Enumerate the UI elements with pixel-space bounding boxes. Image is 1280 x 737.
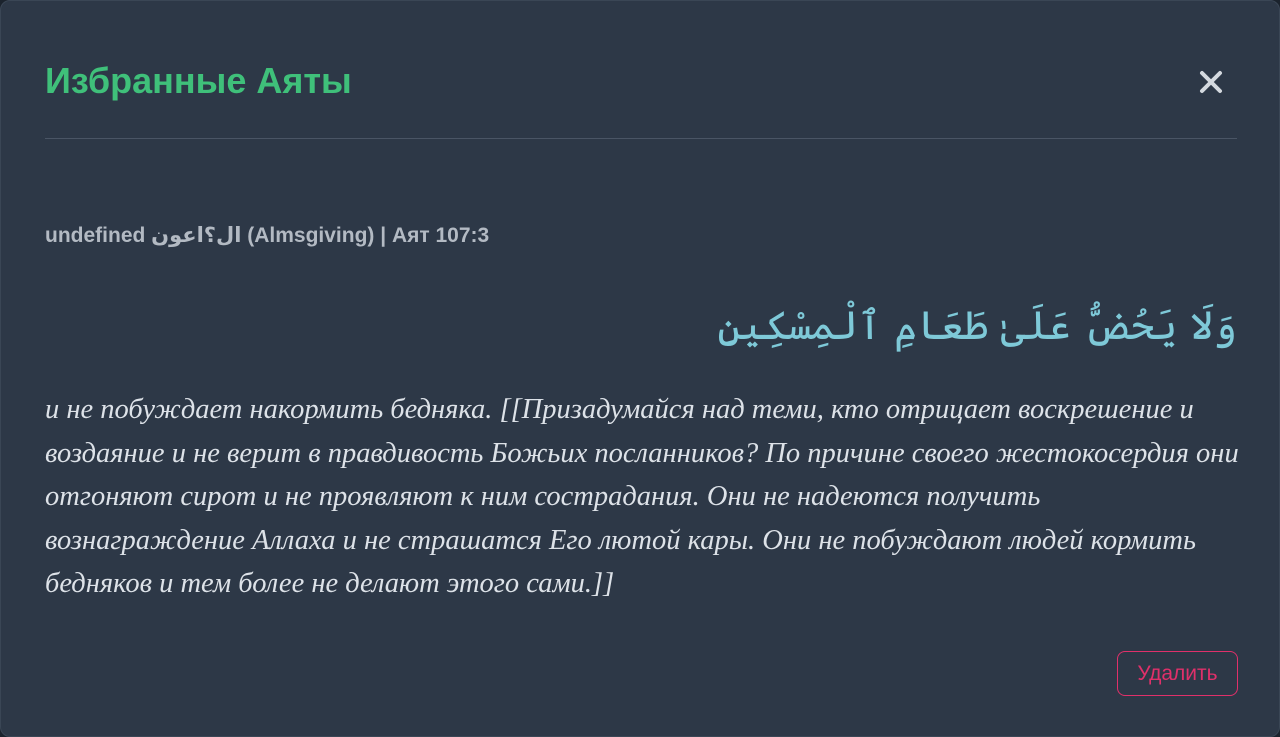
close-button[interactable] — [1193, 59, 1229, 99]
close-icon — [1200, 71, 1222, 93]
ayah-arabic-text: وَلَا يَحُضُّ عَلَىٰ طَعَامِ ٱلْمِسْكِين… — [717, 303, 1237, 349]
modal-title: Избранные Аяты — [45, 60, 352, 101]
favorites-modal: Избранные Аяты undefined ال؟اعون (Almsgi… — [0, 0, 1280, 737]
ayah-translation: и не побуждает накормить бедняка. [[Приз… — [45, 394, 1239, 599]
ayah-reference: undefined ال؟اعون (Almsgiving) | Аят 107… — [45, 224, 490, 247]
delete-button[interactable]: Удалить — [1117, 651, 1238, 696]
modal-header: Избранные Аяты — [45, 1, 1237, 139]
